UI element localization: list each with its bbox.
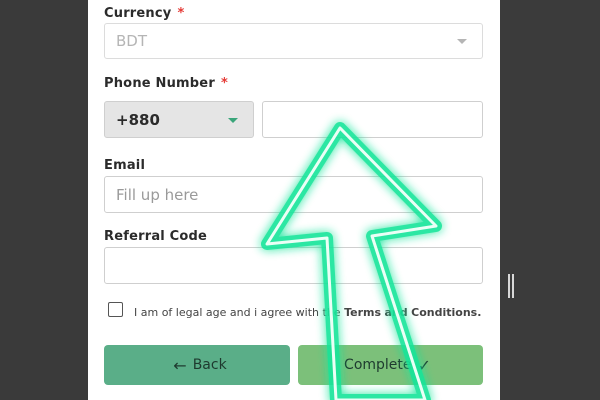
terms-link[interactable]: Terms (344, 306, 381, 319)
side-strip (500, 0, 600, 400)
back-button[interactable]: ← Back (104, 345, 290, 385)
referral-label: Referral Code (104, 229, 208, 244)
dial-code-value: +880 (116, 110, 160, 129)
currency-label: Currency * (104, 6, 185, 21)
chevron-down-icon (457, 39, 467, 44)
complete-label: Complete (344, 357, 412, 373)
complete-button[interactable]: Complete ✓ (298, 345, 483, 385)
agreement-text: I am of legal age and i agree with the T… (134, 306, 482, 319)
required-mark: * (177, 6, 185, 21)
phone-input[interactable] (262, 101, 483, 138)
agree-checkbox[interactable] (108, 302, 123, 317)
currency-value: BDT (116, 32, 148, 50)
chevron-down-icon (228, 118, 238, 123)
agreement-the: the (322, 306, 341, 319)
resize-handle[interactable] (508, 274, 514, 298)
email-input[interactable]: Fill up here (104, 176, 483, 213)
email-placeholder: Fill up here (116, 185, 199, 204)
referral-input[interactable] (104, 247, 483, 284)
checkmark-icon: ✓ (417, 355, 431, 375)
conditions-link[interactable]: Conditions. (411, 306, 481, 319)
currency-select[interactable]: BDT (104, 23, 483, 59)
back-label: Back (192, 357, 227, 373)
dial-code-select[interactable]: +880 (104, 101, 254, 138)
arrow-left-icon: ← (173, 355, 187, 375)
phone-label: Phone Number * (104, 76, 228, 91)
and-text: and (384, 306, 408, 319)
required-mark: * (220, 76, 228, 91)
email-label: Email (104, 158, 146, 173)
